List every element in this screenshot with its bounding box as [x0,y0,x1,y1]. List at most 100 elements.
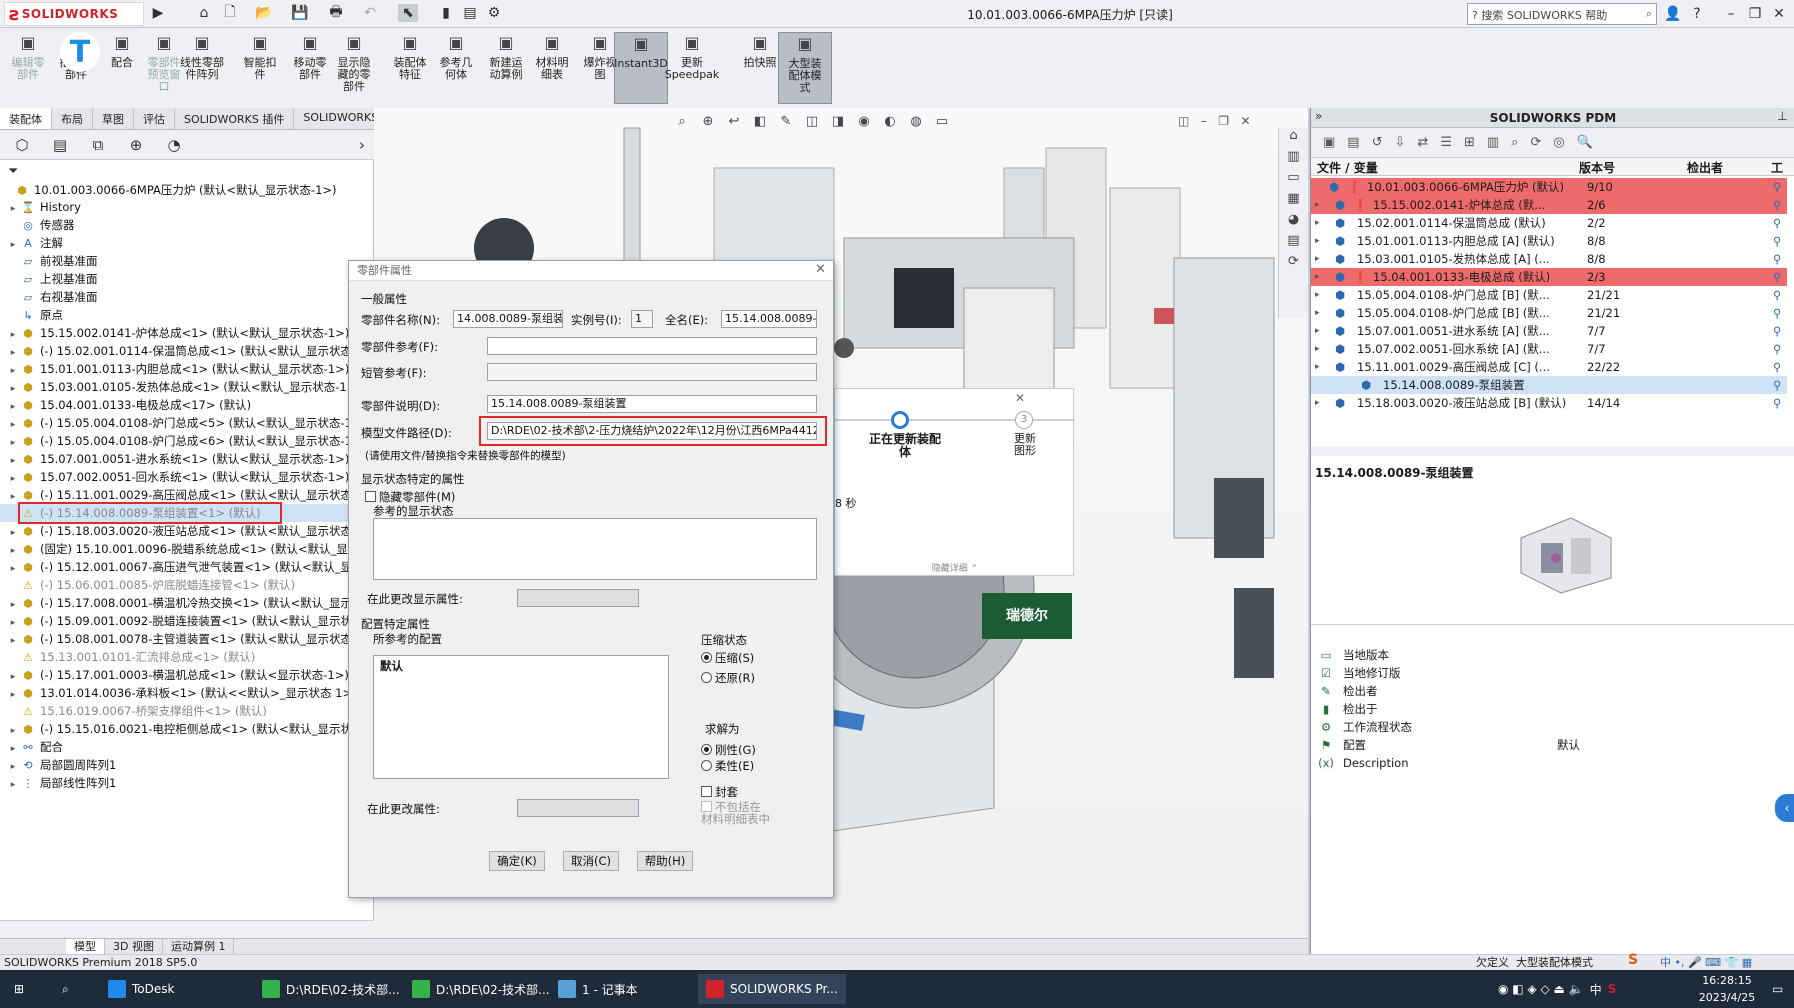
col-version[interactable]: 版本号 [1579,159,1615,176]
expand-arrow-icon[interactable]: ▸ [6,560,20,576]
pdm-file-row[interactable]: ▸ ⬢ 15.05.004.0108-炉门总成 [B] (默... 21/21 ⚲ [1311,304,1787,322]
change-props-select[interactable] [517,799,639,817]
pdm-check-in-icon[interactable]: ▣ [1323,135,1335,150]
pdm-tab-icon[interactable]: ⟳ [1279,254,1308,275]
expand-arrow-icon[interactable]: ▸ [6,524,20,540]
expand-arrow-icon[interactable]: ▸ [1315,250,1320,268]
expand-arrow-icon[interactable]: ▸ [1315,304,1320,322]
expand-arrow-icon[interactable]: ▸ [6,344,20,360]
clock[interactable]: 16:28:15 2023/4/25 [1692,972,1762,1006]
tree-item[interactable]: ▸ ⬢ 15.07.001.0051-进水系统<1> (默认<默认_显示状态-1>) [0,450,374,468]
dimxpert-tab-icon[interactable]: ⊕ [124,134,148,156]
pdm-file-row[interactable]: ▸ ⬢ 15.02.001.0114-保温筒总成 (默认) 2/2 ⚲ [1311,214,1787,232]
taskbar-app[interactable]: SOLIDWORKS Pr... [698,974,846,1004]
ime-toolbar-icons[interactable]: 中 •, 🎤 ⌨ 👕 ▦ [1660,955,1752,970]
expand-arrow-icon[interactable]: ▸ [6,758,20,774]
appearances-icon[interactable]: ◕ [1279,212,1308,233]
file-properties-icon[interactable]: ▤ [460,4,480,22]
tree-item[interactable]: ▸ ⬢ (-) 15.05.004.0108-炉门总成<6> (默认<默认_显示状态… [0,432,374,450]
expand-arrow-icon[interactable]: ▸ [6,668,20,684]
tree-item[interactable]: ▸ ⬢ (-) 15.12.001.0067-高压进气泄气装置<1> (默认<默认_… [0,558,374,576]
section-view-icon[interactable]: ◧ [750,112,770,132]
viewport-close-icon[interactable]: ✕ [1240,114,1250,128]
component-name-input[interactable]: 14.008.0089-泵组装置 [453,310,563,328]
flexible-radio[interactable]: 柔性(E) [701,758,754,774]
pdm-undo-checkout-icon[interactable]: ↺ [1372,135,1383,150]
ribbon-button-large-assembly[interactable]: ▣ 大型装 配体模 式 [778,32,832,104]
zoom-to-area-icon[interactable]: ⊕ [698,112,718,132]
display-style-icon[interactable]: ◨ [828,112,848,132]
expand-arrow-icon[interactable]: ▸ [6,362,20,378]
tree-item[interactable]: ▸ ⟲ 局部圆周阵列1 [0,756,374,774]
save-icon[interactable]: 💾 [290,4,310,22]
expand-arrow-icon[interactable]: ▸ [1315,394,1320,412]
expand-arrow-icon[interactable]: ▸ [6,236,20,252]
tree-item[interactable]: ↳ 原点 [0,306,374,324]
pdm-history-icon[interactable]: ☰ [1440,135,1452,150]
pdm-view-icon[interactable]: ◎ [1553,135,1564,150]
tree-item[interactable]: ▱ 右视基准面 [0,288,374,306]
tree-item[interactable]: ▸ ⋮ 局部线性阵列1 [0,774,374,792]
help-search-input[interactable]: ? 搜索 SOLIDWORKS 帮助 ⌕ [1467,3,1657,25]
display-manager-tab-icon[interactable]: ◔ [162,134,186,156]
ribbon-button-reference-geometry[interactable]: ▣ 参考几 何体 [432,32,480,104]
tree-item[interactable]: ▱ 上视基准面 [0,270,374,288]
notification-icon[interactable]: ▭ [1764,974,1791,1004]
pdm-file-row[interactable]: ▸ ⬢ 15.07.002.0051-回水系统 [A] (默... 7/7 ⚲ [1311,340,1787,358]
expand-arrow-icon[interactable]: ▸ [6,398,20,414]
viewport-restore-icon[interactable]: ❐ [1218,114,1229,128]
tree-item[interactable]: ▸ ⬢ (-) 15.18.003.0020-液压站总成<1> (默认<默认_显示状… [0,522,374,540]
side-expand-button[interactable]: ‹ [1775,794,1794,822]
short-ref-input[interactable] [487,363,817,381]
pdm-file-row[interactable]: ▸ ⬢ ❗ 15.15.002.0141-炉体总成 (默... 2/6 ⚲ [1311,196,1787,214]
exclude-bom-checkbox[interactable]: 不包括在 材料明细表中 [701,801,770,825]
tree-item[interactable]: ▸ ⬢ 15.01.001.0113-内胆总成<1> (默认<默认_显示状态-1>) [0,360,374,378]
tree-item[interactable]: ▸ A 注解 [0,234,374,252]
tree-item[interactable]: ▸ ⬢ 15.04.001.0133-电极总成<17> (默认) [0,396,374,414]
col-checkout[interactable]: 检出者 [1687,159,1723,176]
tree-item[interactable]: ▸ ⬢ (-) 15.02.001.0114-保温筒总成<1> (默认<默认_显示状… [0,342,374,360]
dynamic-annotation-icon[interactable]: ✎ [776,112,796,132]
expand-arrow-icon[interactable]: ▸ [6,452,20,468]
col-file[interactable]: 文件 / 变量 [1317,159,1378,176]
pdm-file-row[interactable]: ▸ ⬢ 15.03.001.0105-发热体总成 [A] (... 8/8 ⚲ [1311,250,1787,268]
print-icon[interactable]: 🖶 [326,4,346,22]
configuration-manager-tab-icon[interactable]: ⧉ [86,134,110,156]
expand-arrow-icon[interactable]: ▸ [6,470,20,486]
tree-item[interactable]: ▸ ⬢ (-) 15.15.016.0021-电控柜侧总成<1> (默认<默认_显示… [0,720,374,738]
hide-details-toggle[interactable]: 隐藏详细 ⌃ [835,561,1075,575]
custom-properties-icon[interactable]: ▤ [1279,233,1308,254]
hide-show-items-icon[interactable]: ◉ [854,112,874,132]
expand-arrow-icon[interactable]: ▸ [6,542,20,558]
ribbon-button-bom[interactable]: ▣ 材料明 细表 [528,32,576,104]
expand-arrow-icon[interactable]: ▸ [1315,214,1320,232]
expand-arrow-icon[interactable]: ▸ [6,326,20,342]
bottom-tab[interactable]: 3D 视图 [105,939,163,954]
pdm-file-row[interactable]: ▸ ⬢ ❗ 15.04.001.0133-电极总成 (默认) 2/3 ⚲ [1311,268,1787,286]
expand-arrow-icon[interactable]: ▸ [6,434,20,450]
tree-item[interactable]: ⚠ 15.13.001.0101-汇流排总成<1> (默认) [0,648,374,666]
new-document-icon[interactable]: 🗋 [220,4,240,22]
tree-root[interactable]: ⬢ 10.01.003.0066-6MPA压力炉 (默认<默认_显示状态-1>) [0,180,374,200]
expand-arrow-icon[interactable]: ▸ [6,596,20,612]
user-icon[interactable]: 👤 [1662,3,1684,25]
ref-config-list[interactable]: 默认 [373,655,669,779]
expand-arrow-icon[interactable]: ▸ [6,380,20,396]
view-settings-icon[interactable]: ▭ [932,112,952,132]
expand-arrow-icon[interactable]: ▸ [6,632,20,648]
component-desc-input[interactable]: 15.14.008.0089-泵组装置 [487,395,817,413]
help-menu-icon[interactable]: ? [1686,3,1708,25]
pdm-file-row[interactable]: ▸ ⬢ 15.05.004.0108-炉门总成 [B] (默... 21/21 ⚲ [1311,286,1787,304]
config-item[interactable]: 默认 [374,656,668,676]
component-ref-input[interactable] [487,337,817,355]
expand-arrow-icon[interactable]: ▸ [1315,286,1320,304]
progress-close-icon[interactable]: ✕ [1015,391,1025,405]
tree-item[interactable]: ▸ ⬢ (-) 15.08.001.0078-主管道装置<1> (默认<默认_显示状… [0,630,374,648]
ribbon-button-smart-fastener[interactable]: ▣ 智能扣 件 [236,32,284,104]
cmd-tab[interactable]: SOLIDWORKS 插件 [175,108,295,129]
ok-button[interactable]: 确定(K) [489,851,545,871]
ribbon-button-instant3d[interactable]: ▣ Instant3D [614,32,668,104]
expand-arrow-icon[interactable]: ▸ [6,776,20,792]
start-icon[interactable]: ⊞ [6,974,32,1004]
apply-scene-icon[interactable]: ◍ [906,112,926,132]
